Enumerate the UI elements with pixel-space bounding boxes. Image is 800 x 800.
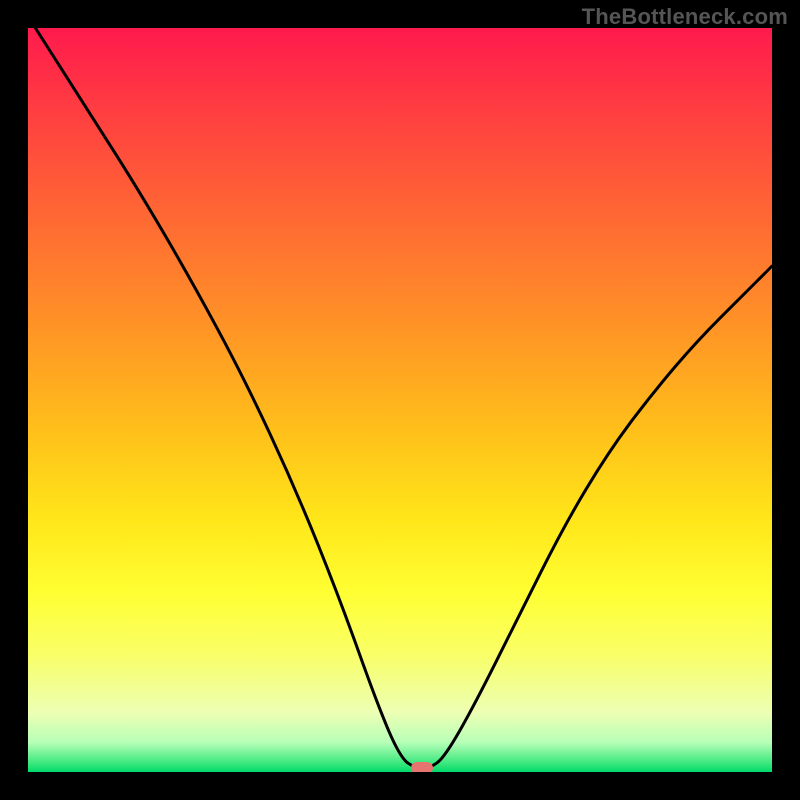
minimum-marker: [411, 762, 433, 772]
chart-frame: TheBottleneck.com: [0, 0, 800, 800]
watermark-text: TheBottleneck.com: [582, 4, 788, 30]
bottleneck-curve: [35, 28, 772, 768]
plot-area: [28, 28, 772, 772]
curve-svg: [28, 28, 772, 772]
